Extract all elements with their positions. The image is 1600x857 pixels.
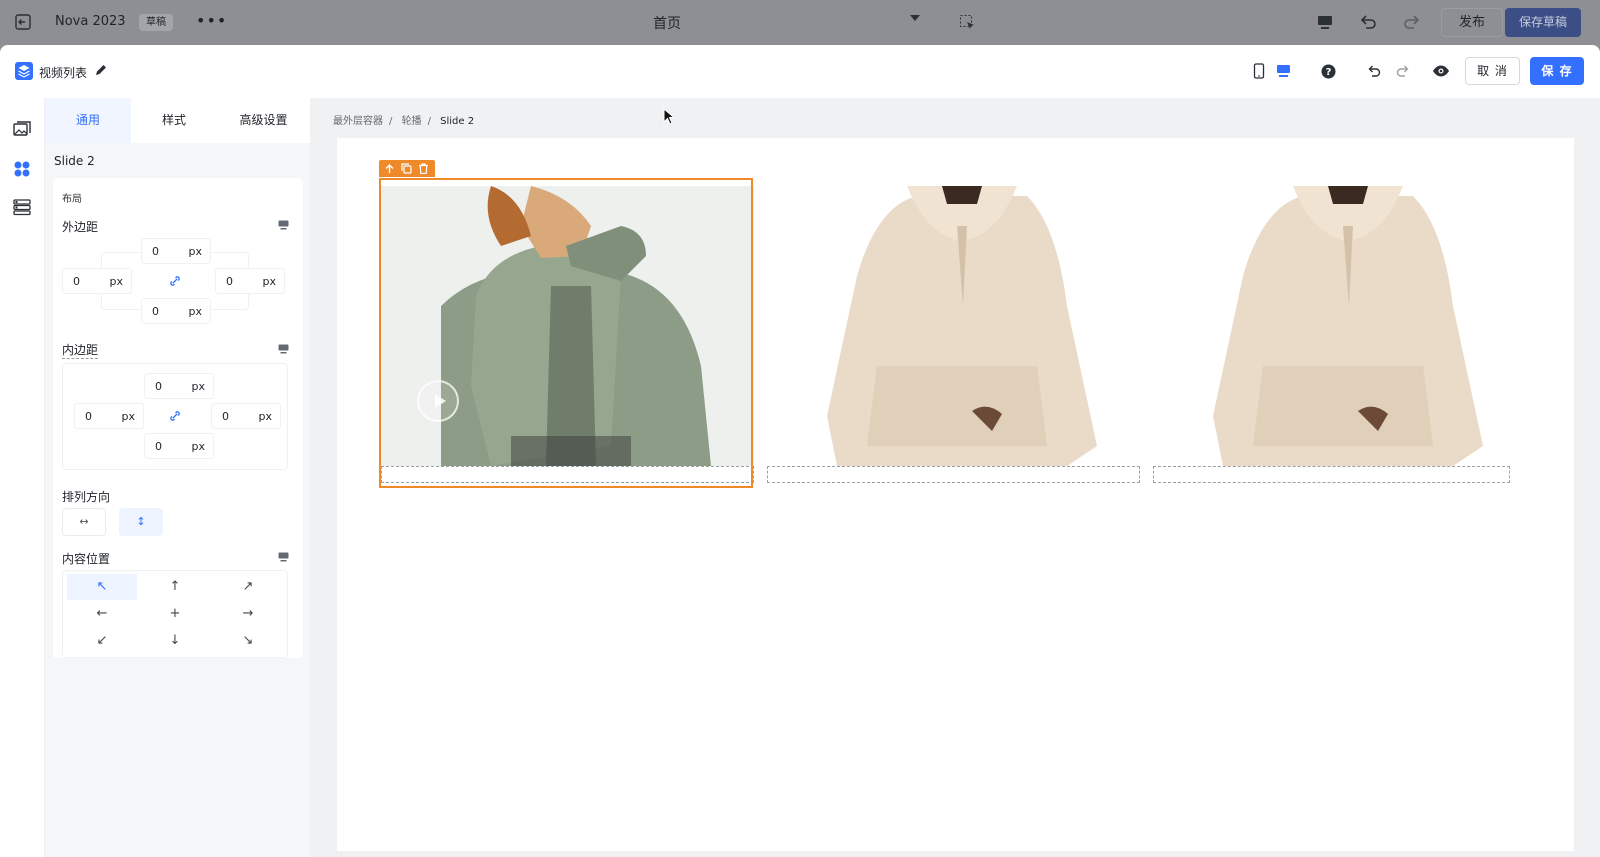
slide-3-video[interactable] (1153, 186, 1510, 466)
padding-left-input[interactable]: 0 px (74, 403, 144, 429)
select-area-icon[interactable] (959, 14, 975, 30)
desktop-icon[interactable] (1316, 13, 1334, 31)
selected-node-title: Slide 2 (54, 154, 95, 168)
margin-top-input[interactable]: 0 px (141, 238, 211, 264)
desktop-icon[interactable] (278, 552, 289, 562)
position-center[interactable]: + (140, 601, 210, 627)
layers-list-icon[interactable] (13, 198, 31, 216)
property-tabs: 通用 样式 高级设置 (45, 98, 310, 143)
position-middle-right[interactable]: → (213, 601, 283, 627)
position-top-left[interactable]: ↖ (67, 574, 137, 600)
save-button[interactable]: 保 存 (1530, 57, 1584, 85)
link-icon[interactable] (170, 411, 180, 421)
more-icon[interactable]: ••• (196, 11, 227, 30)
position-top-center[interactable]: ↑ (140, 574, 210, 600)
svg-text:?: ? (1326, 67, 1332, 78)
left-icon-rail (0, 98, 45, 857)
margin-label: 外边距 (62, 220, 99, 234)
breadcrumb-current: Slide 2 (440, 116, 475, 127)
direction-label: 排列方向 (62, 490, 111, 504)
video-list-modal: 视频列表 ? 取 消 保 存 通用 样式 高级设置 Slide 2 布局 外边距… (0, 45, 1600, 857)
cancel-button[interactable]: 取 消 (1465, 57, 1520, 85)
mouse-cursor-icon (663, 108, 675, 125)
media-icon[interactable] (13, 120, 31, 138)
layout-card: 布局 外边距 0 px 0 px 0 px 0 px 内边距 0 px 0 px 0 px 0… (53, 178, 303, 658)
tab-style[interactable]: 样式 (131, 98, 217, 143)
top-app-bar: Nova 2023 草稿 ••• 首页 发布 保存草稿 (0, 0, 1600, 45)
slide-3-caption[interactable] (1153, 466, 1510, 483)
artboard (337, 138, 1574, 851)
tab-general[interactable]: 通用 (45, 98, 131, 143)
publish-button[interactable]: 发布 (1441, 8, 1503, 37)
delete-icon[interactable] (418, 163, 429, 174)
page-selector[interactable]: 首页 (653, 13, 681, 33)
position-bottom-center[interactable]: ↓ (140, 628, 210, 654)
padding-bottom-input[interactable]: 0 px (144, 433, 214, 459)
save-draft-button[interactable]: 保存草稿 (1505, 8, 1581, 37)
undo-icon[interactable] (1358, 12, 1378, 32)
slide-2-video[interactable] (767, 186, 1140, 466)
slide-image (767, 186, 1140, 466)
position-bottom-left[interactable]: ↙ (67, 628, 137, 654)
copy-icon[interactable] (401, 163, 412, 174)
selection-toolbar (379, 160, 435, 177)
desktop-icon[interactable] (1276, 64, 1291, 78)
desktop-icon[interactable] (278, 344, 289, 354)
modal-title: 视频列表 (39, 66, 88, 80)
layers-icon (15, 62, 33, 80)
breadcrumb-item[interactable]: 最外层容器 (333, 116, 383, 127)
modal-header: 视频列表 ? 取 消 保 存 (0, 45, 1600, 98)
preview-eye-icon[interactable] (1432, 64, 1450, 78)
link-icon[interactable] (170, 276, 180, 286)
desktop-icon[interactable] (278, 220, 289, 230)
exit-icon[interactable] (14, 13, 32, 31)
position-top-right[interactable]: ↗ (213, 574, 283, 600)
direction-vertical-button[interactable]: ↕ (119, 508, 163, 536)
margin-right-input[interactable]: 0 px (215, 268, 285, 294)
slide-image (1153, 186, 1510, 466)
content-position-label: 内容位置 (62, 552, 111, 566)
position-middle-left[interactable]: ← (67, 601, 137, 627)
breadcrumb: 最外层容器 / 轮播 / Slide 2 (333, 116, 475, 127)
layout-label: 布局 (62, 194, 82, 205)
property-panel: 通用 样式 高级设置 Slide 2 布局 外边距 0 px 0 px 0 px 0p… (45, 98, 310, 857)
direction-horizontal-button[interactable]: ↔ (62, 508, 106, 536)
position-bottom-right[interactable]: ↘ (213, 628, 283, 654)
chevron-down-icon[interactable] (910, 15, 920, 21)
components-icon[interactable] (13, 160, 31, 178)
editor-canvas: 最外层容器 / 轮播 / Slide 2 (310, 98, 1600, 857)
margin-left-input[interactable]: 0 px (62, 268, 132, 294)
redo-icon[interactable] (1395, 63, 1411, 79)
redo-icon[interactable] (1402, 12, 1422, 32)
status-badge: 草稿 (139, 14, 173, 31)
padding-right-input[interactable]: 0 px (211, 403, 281, 429)
help-icon[interactable]: ? (1321, 64, 1336, 79)
selection-outline (379, 178, 753, 488)
edit-icon[interactable] (94, 63, 108, 77)
project-name: Nova 2023 (55, 14, 126, 29)
undo-icon[interactable] (1366, 63, 1382, 79)
slide-2-caption[interactable] (767, 466, 1140, 483)
padding-top-input[interactable]: 0 px (144, 373, 214, 399)
margin-bottom-input[interactable]: 0 px (141, 298, 211, 324)
padding-label: 内边距 (62, 343, 99, 359)
breadcrumb-item[interactable]: 轮播 (402, 116, 422, 127)
tab-advanced[interactable]: 高级设置 (217, 98, 310, 143)
mobile-icon[interactable] (1253, 63, 1265, 79)
select-parent-icon[interactable] (384, 163, 395, 174)
